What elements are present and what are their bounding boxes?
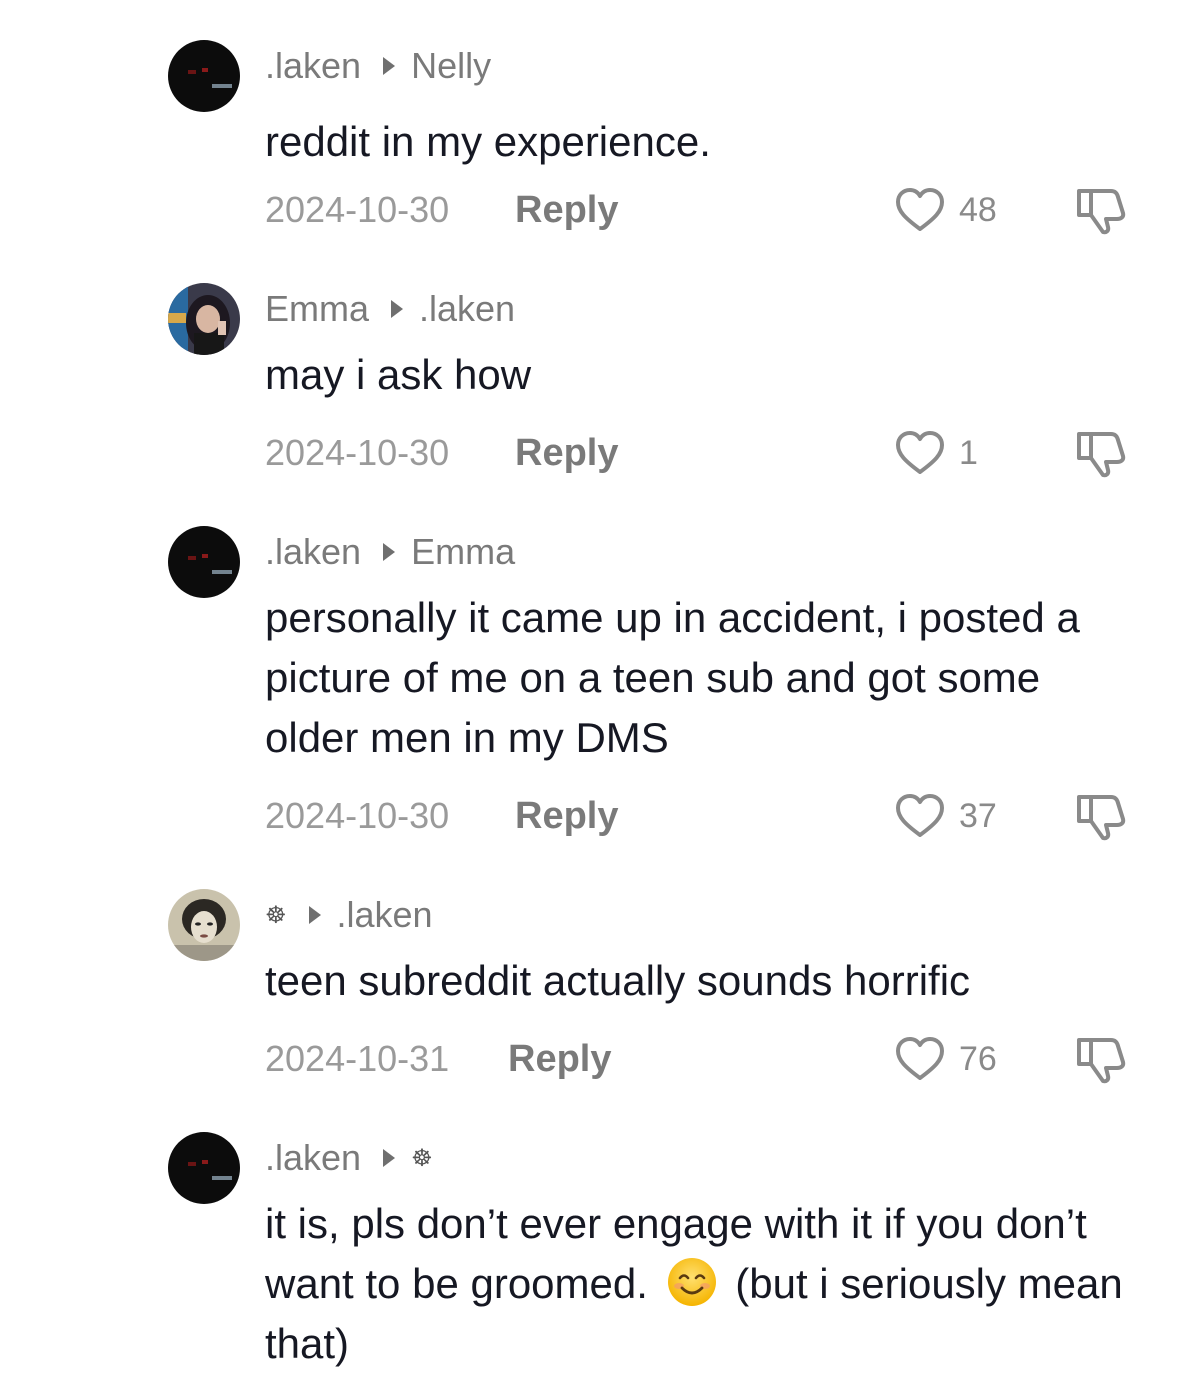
comment-meta: 2024-10-30 Reply 1 <box>265 428 1135 478</box>
comment-date: 2024-10-30 <box>265 432 450 473</box>
author-name[interactable]: .laken <box>265 531 361 573</box>
heart-outline-icon <box>896 794 944 837</box>
reply-button[interactable]: Reply <box>515 791 618 841</box>
reply-to-name[interactable]: ☸ <box>411 1144 433 1173</box>
avatar[interactable] <box>168 283 240 355</box>
reply-button[interactable]: Reply <box>515 428 618 478</box>
comment-date: 2024-10-30 <box>265 189 450 230</box>
comment-text: personally it came up in accident, i pos… <box>265 594 1080 761</box>
like-button[interactable]: 37 <box>895 791 997 841</box>
avatar[interactable] <box>168 889 240 961</box>
comment-header: .laken Emma <box>265 528 515 576</box>
avatar[interactable] <box>168 526 240 598</box>
smiling-face-emoji <box>667 1258 716 1306</box>
reply-button[interactable]: Reply <box>508 1034 611 1084</box>
comment-date: 2024-10-31 <box>265 1038 450 1079</box>
reply-arrow-icon <box>391 300 404 318</box>
like-count: 76 <box>959 1039 997 1078</box>
comment-text: teen subreddit actually sounds horrific <box>265 957 971 1004</box>
comment-text: reddit in my experience. <box>265 118 711 165</box>
thumbs-down-icon <box>1077 1038 1126 1084</box>
reply-to-name[interactable]: Nelly <box>411 45 491 87</box>
comment-meta: 2024-10-31 Reply 76 <box>265 1034 1135 1084</box>
author-name[interactable]: .laken <box>265 1137 361 1179</box>
thumbs-down-icon <box>1077 432 1126 478</box>
comment-date: 2024-10-30 <box>265 795 450 836</box>
author-name[interactable]: ☸ <box>265 901 287 930</box>
author-name[interactable]: Emma <box>265 288 369 330</box>
like-count: 48 <box>959 190 997 229</box>
comment-header: Emma .laken <box>265 285 515 333</box>
comment-header: .laken Nelly <box>265 42 491 90</box>
avatar[interactable] <box>168 1132 240 1204</box>
dislike-button[interactable] <box>1073 185 1129 235</box>
avatar[interactable] <box>168 40 240 112</box>
dislike-button[interactable] <box>1073 791 1129 841</box>
like-button[interactable]: 76 <box>895 1034 997 1084</box>
reply-arrow-icon <box>308 906 321 924</box>
reply-to-name[interactable]: .laken <box>337 894 433 936</box>
like-button[interactable]: 1 <box>895 428 978 478</box>
like-count: 37 <box>959 796 997 835</box>
reply-button[interactable]: Reply <box>515 185 618 235</box>
comment-header: ☸ .laken <box>265 891 433 939</box>
heart-outline-icon <box>896 188 944 231</box>
comment-meta: 2024-10-30 Reply 37 <box>265 791 1135 841</box>
like-button[interactable]: 48 <box>895 185 997 235</box>
reply-arrow-icon <box>383 543 396 561</box>
dislike-button[interactable] <box>1073 1034 1129 1084</box>
reply-arrow-icon <box>383 1149 396 1167</box>
author-name[interactable]: .laken <box>265 45 361 87</box>
comment-meta: 2024-10-30 Reply 48 <box>265 185 1135 235</box>
like-count: 1 <box>959 433 978 472</box>
heart-outline-icon <box>896 1037 944 1080</box>
dislike-button[interactable] <box>1073 428 1129 478</box>
reply-to-name[interactable]: .laken <box>419 288 515 330</box>
comment-text: it is, pls don’t ever engage with it if … <box>265 1194 1145 1374</box>
heart-outline-icon <box>896 431 944 474</box>
thumbs-down-icon <box>1077 189 1126 235</box>
reply-arrow-icon <box>383 57 396 75</box>
comment-text: may i ask how <box>265 351 532 398</box>
thumbs-down-icon <box>1077 795 1126 841</box>
comment-header: .laken ☸ <box>265 1134 433 1182</box>
reply-to-name[interactable]: Emma <box>411 531 515 573</box>
